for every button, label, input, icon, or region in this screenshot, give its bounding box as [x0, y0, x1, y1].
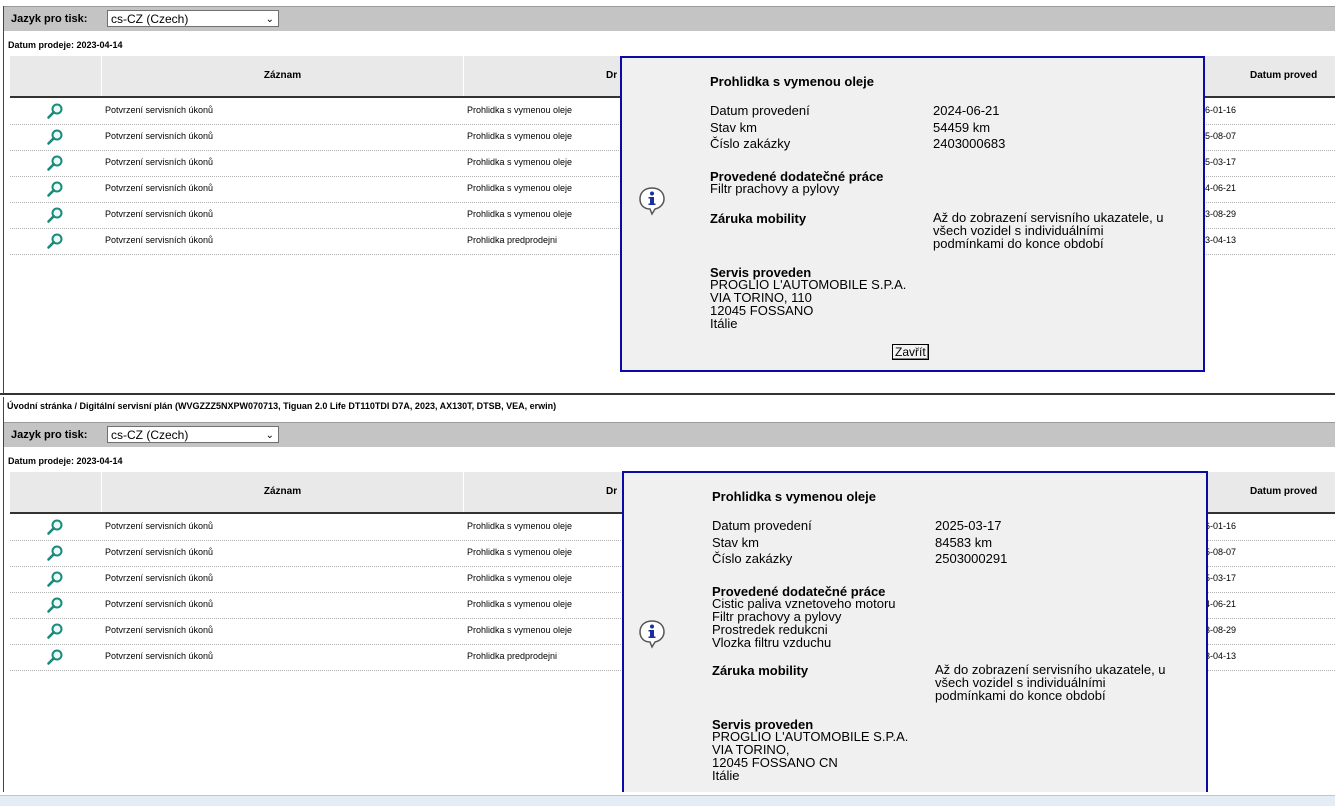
- service-plan-panel-1: Jazyk pro tisk: cs-CZ (Czech) ⌄ Datum pr…: [0, 6, 1335, 393]
- order-label: Číslo zakázky: [712, 551, 793, 566]
- panel-divider: [0, 393, 1335, 395]
- date-label: Datum provedení: [712, 518, 812, 533]
- column-date[interactable]: Datum proved: [1250, 472, 1317, 512]
- record-cell: Potvrzení servisních úkonů: [105, 547, 214, 557]
- record-cell: Potvrzení servisních úkonů: [105, 599, 214, 609]
- date-value: 2025-03-17: [935, 518, 1002, 533]
- service-address-line: Itálie: [710, 316, 738, 331]
- mobility-text-line: podmínkami do konce období: [935, 688, 1106, 703]
- record-cell: Potvrzení servisních úkonů: [105, 157, 214, 167]
- record-cell: Potvrzení servisních úkonů: [105, 131, 214, 141]
- date-cell: 6-01-16: [1205, 105, 1237, 115]
- sale-date: Datum prodeje: 2023-04-14: [8, 40, 123, 50]
- mobility-label: Záruka mobility: [710, 211, 807, 226]
- date-cell: 4-06-21: [1205, 183, 1237, 193]
- language-label: Jazyk pro tisk:: [11, 13, 88, 25]
- extra-work-item: Filtr prachovy a pylovy: [710, 181, 840, 196]
- date-value: 2024-06-21: [933, 103, 1000, 118]
- km-value: 54459 km: [933, 120, 991, 135]
- magnifier-icon[interactable]: [46, 518, 64, 536]
- magnifier-icon[interactable]: [46, 596, 64, 614]
- description-cell: Prohlidka predprodejni: [467, 651, 558, 661]
- description-cell: Prohlidka s vymenou oleje: [467, 183, 573, 193]
- description-cell: Prohlidka s vymenou oleje: [467, 209, 573, 219]
- record-cell: Potvrzení servisních úkonů: [105, 521, 214, 531]
- magnifier-icon[interactable]: [46, 648, 64, 666]
- description-cell: Prohlidka s vymenou oleje: [467, 157, 573, 167]
- description-cell: Prohlidka predprodejni: [467, 235, 558, 245]
- mobility-label: Záruka mobility: [712, 663, 809, 678]
- date-cell: 6-01-16: [1205, 521, 1237, 531]
- description-cell: Prohlidka s vymenou oleje: [467, 105, 573, 115]
- km-value: 84583 km: [935, 535, 993, 550]
- date-cell: 3-04-13: [1205, 235, 1237, 245]
- magnifier-icon[interactable]: [46, 102, 64, 120]
- language-label: Jazyk pro tisk:: [11, 429, 88, 441]
- description-cell: Prohlidka s vymenou oleje: [467, 547, 573, 557]
- magnifier-icon[interactable]: [46, 128, 64, 146]
- record-cell: Potvrzení servisních úkonů: [105, 573, 214, 583]
- extra-work-item: Vlozka filtru vzduchu: [712, 635, 832, 650]
- chevron-down-icon: ⌄: [265, 14, 274, 25]
- date-cell: 3-04-13: [1205, 651, 1237, 661]
- service-plan-panel-2: Úvodní stránka / Digitální servisní plán…: [0, 397, 1335, 792]
- description-cell: Prohlidka s vymenou oleje: [467, 131, 573, 141]
- window-bottom-bar: [0, 795, 1335, 806]
- date-label: Datum provedení: [710, 103, 810, 118]
- popup-title: Prohlidka s vymenou oleje: [710, 74, 874, 89]
- record-cell: Potvrzení servisních úkonů: [105, 625, 214, 635]
- description-cell: Prohlidka s vymenou oleje: [467, 599, 573, 609]
- language-select-value: cs-CZ (Czech): [111, 12, 189, 26]
- service-detail-popup: Prohlidka s vymenou oleje Datum proveden…: [620, 56, 1205, 372]
- magnifier-icon[interactable]: [46, 206, 64, 224]
- order-label: Číslo zakázky: [710, 136, 791, 151]
- column-date[interactable]: Datum proved: [1250, 56, 1317, 96]
- language-select-value: cs-CZ (Czech): [111, 428, 189, 442]
- record-cell: Potvrzení servisních úkonů: [105, 105, 214, 115]
- record-cell: Potvrzení servisních úkonů: [105, 235, 214, 245]
- sale-date: Datum prodeje: 2023-04-14: [8, 456, 123, 466]
- column-description[interactable]: Dr: [466, 472, 617, 512]
- chevron-down-icon: ⌄: [265, 430, 274, 441]
- magnifier-icon[interactable]: [46, 232, 64, 250]
- date-cell: 4-06-21: [1205, 599, 1237, 609]
- info-icon: [639, 620, 665, 649]
- order-value: 2403000683: [933, 136, 1006, 151]
- magnifier-icon[interactable]: [46, 570, 64, 588]
- magnifier-icon[interactable]: [46, 544, 64, 562]
- km-label: Stav km: [710, 120, 757, 135]
- column-record[interactable]: Záznam: [102, 472, 464, 512]
- close-button[interactable]: Zavřít: [892, 344, 929, 360]
- column-record[interactable]: Záznam: [102, 56, 464, 96]
- description-cell: Prohlidka s vymenou oleje: [467, 521, 573, 531]
- language-bar: Jazyk pro tisk: cs-CZ (Czech) ⌄: [4, 422, 1335, 447]
- popup-title: Prohlidka s vymenou oleje: [712, 489, 876, 504]
- record-cell: Potvrzení servisních úkonů: [105, 209, 214, 219]
- info-icon: [639, 187, 665, 216]
- magnifier-icon[interactable]: [46, 180, 64, 198]
- service-detail-popup: Prohlidka s vymenou oleje Datum proveden…: [622, 471, 1208, 792]
- magnifier-icon[interactable]: [46, 154, 64, 172]
- magnifier-icon[interactable]: [46, 622, 64, 640]
- mobility-text-line: podmínkami do konce období: [933, 236, 1104, 251]
- language-select[interactable]: cs-CZ (Czech) ⌄: [107, 10, 279, 27]
- date-cell: 5-03-17: [1205, 573, 1237, 583]
- record-cell: Potvrzení servisních úkonů: [105, 651, 214, 661]
- description-cell: Prohlidka s vymenou oleje: [467, 625, 573, 635]
- date-cell: 3-08-29: [1205, 625, 1237, 635]
- order-value: 2503000291: [935, 551, 1008, 566]
- date-cell: 5-08-07: [1205, 131, 1237, 141]
- description-cell: Prohlidka s vymenou oleje: [467, 573, 573, 583]
- service-address-line: Itálie: [712, 768, 740, 783]
- record-cell: Potvrzení servisních úkonů: [105, 183, 214, 193]
- km-label: Stav km: [712, 535, 759, 550]
- breadcrumb[interactable]: Úvodní stránka / Digitální servisní plán…: [7, 401, 556, 411]
- language-bar: Jazyk pro tisk: cs-CZ (Czech) ⌄: [4, 6, 1335, 31]
- date-cell: 3-08-29: [1205, 209, 1237, 219]
- date-cell: 5-03-17: [1205, 157, 1237, 167]
- language-select[interactable]: cs-CZ (Czech) ⌄: [107, 426, 279, 443]
- date-cell: 5-08-07: [1205, 547, 1237, 557]
- column-description[interactable]: Dr: [466, 56, 617, 96]
